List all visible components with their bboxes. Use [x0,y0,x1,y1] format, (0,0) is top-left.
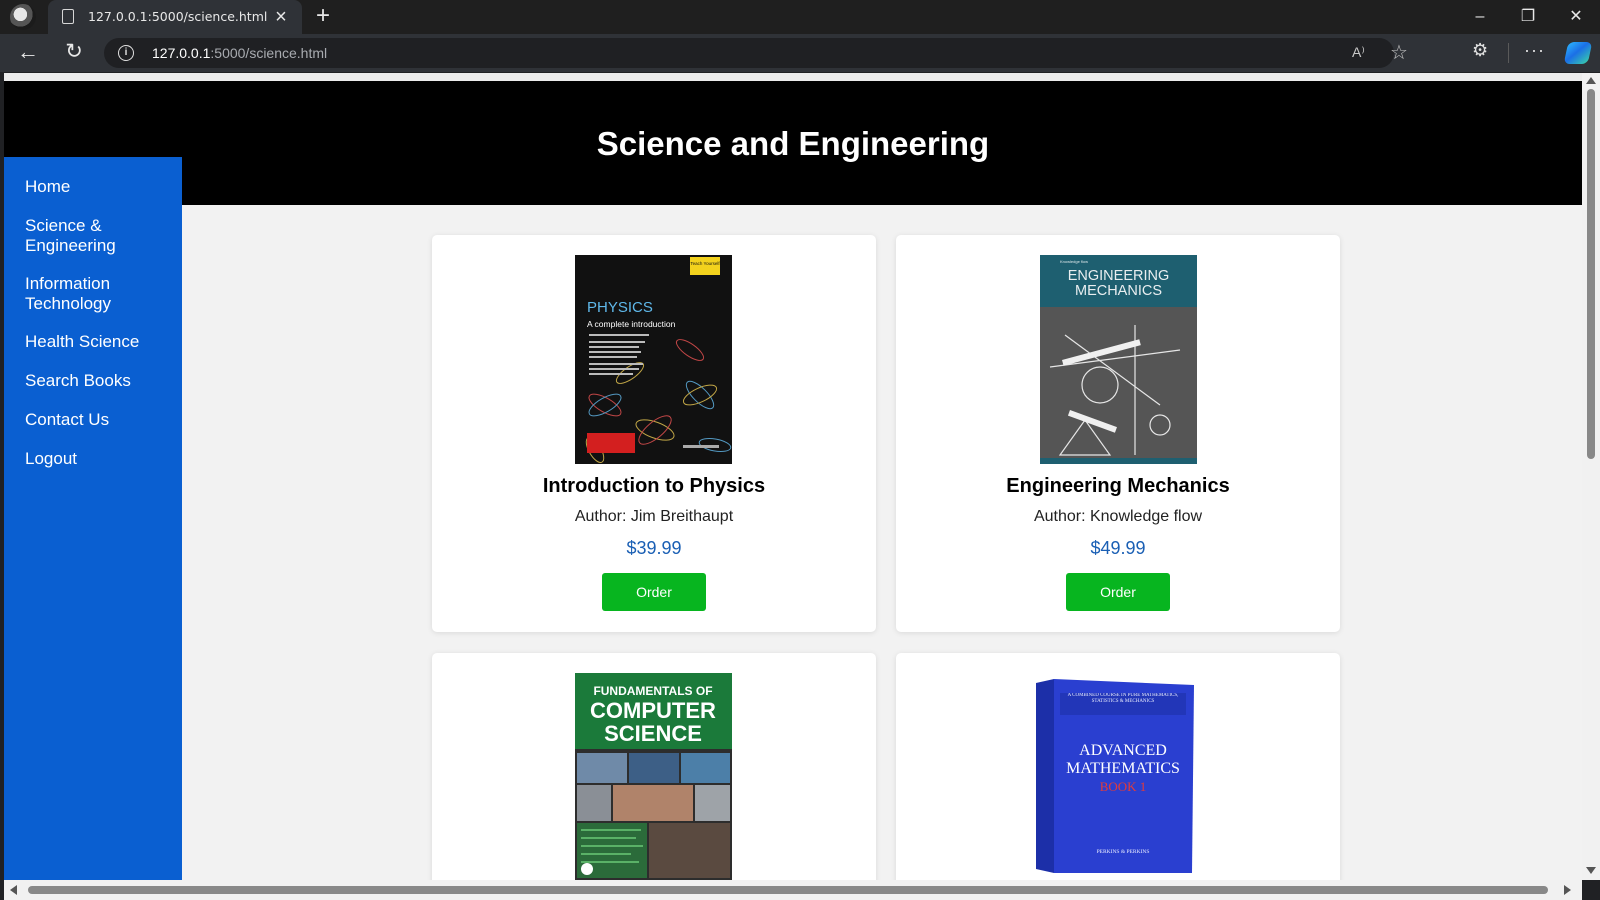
cover-subheading: A complete introduction [587,319,676,329]
cover-series: A COMBINED COURSE IN PURE MATHEMATICS, S… [1067,693,1179,704]
page-title: Science and Engineering [596,125,990,162]
vertical-scrollbar[interactable] [1582,73,1600,880]
browser-toolbar: ← ↻ i 127.0.0.1:5000/science.html A⁾ ☆ [0,34,1600,72]
order-button[interactable]: Order [1066,573,1170,611]
url-host: 127.0.0.1 [152,45,211,61]
tab-active[interactable]: 127.0.0.1:5000/science.html × [48,0,302,34]
cover-line-2: COMPUTER [590,698,716,723]
mathematics-cover-art: A COMBINED COURSE IN PURE MATHEMATICS, S… [1028,673,1208,880]
address-bar[interactable]: i 127.0.0.1:5000/science.html A⁾ ☆ [104,38,1408,68]
back-arrow-icon[interactable]: ← [14,40,42,66]
book-card: FUNDAMENTALS OF COMPUTER SCIENCE [432,653,876,880]
sidebar-nav: Home Science & Engineering Information T… [4,157,182,880]
profile-avatar[interactable] [10,4,36,30]
book-title: Engineering Mechanics [1006,475,1230,497]
scroll-right-icon[interactable] [1564,885,1571,895]
sidebar-item-contact-us[interactable]: Contact Us [25,410,175,430]
book-cover-advanced-mathematics[interactable]: A COMBINED COURSE IN PURE MATHEMATICS, S… [1028,673,1208,880]
toolbar-divider [1508,43,1509,63]
sidebar-item-logout[interactable]: Logout [25,449,175,469]
cover-authors: PERKINS & PERKINS [1097,849,1150,855]
book-cover-engineering-mechanics[interactable]: Knowledge flow ENGINEERING MECHANICS [1040,255,1197,464]
book-author: Author: Jim Breithaupt [574,508,734,525]
extensions-icon[interactable]: ⚙ [1472,40,1488,61]
minimize-icon[interactable]: – [1460,4,1500,30]
horizontal-scrollbar[interactable] [4,880,1582,900]
computer-science-cover-art: FUNDAMENTALS OF COMPUTER SCIENCE [575,673,732,880]
cover-line-1: FUNDAMENTALS OF [593,684,712,698]
cover-line-1: ADVANCED [1079,742,1167,759]
new-tab-icon[interactable]: + [310,4,336,30]
book-cover-physics[interactable]: Teach Yourself PHYSICS A complete introd… [575,255,732,464]
book-cover-computer-science[interactable]: FUNDAMENTALS OF COMPUTER SCIENCE [575,673,732,880]
more-menu-icon[interactable]: ··· [1524,40,1545,61]
close-icon[interactable]: × [270,6,292,28]
scroll-up-icon[interactable] [1586,77,1596,84]
scroll-left-icon[interactable] [10,885,17,895]
scroll-down-icon[interactable] [1586,867,1596,874]
order-button[interactable]: Order [602,573,706,611]
book-grid: Teach Yourself PHYSICS A complete introd… [182,205,1582,880]
cover-heading: PHYSICS [587,299,653,316]
url-text[interactable]: 127.0.0.1:5000/science.html [152,45,327,61]
cover-badge: Teach Yourself [690,261,720,266]
book-author: Author: Knowledge flow [1033,508,1203,525]
horizontal-scroll-thumb[interactable] [28,886,1548,894]
cover-line-3: BOOK 1 [1100,779,1147,794]
vertical-scroll-thumb[interactable] [1587,89,1595,459]
book-card: Teach Yourself PHYSICS A complete introd… [432,235,876,632]
book-card: Knowledge flow ENGINEERING MECHANICS Eng… [896,235,1340,632]
tab-title: 127.0.0.1:5000/science.html [88,9,268,24]
read-aloud-icon[interactable]: A⁾ [1352,44,1365,61]
window-close-icon[interactable]: ✕ [1556,4,1596,30]
cover-line-3: SCIENCE [604,721,702,746]
page-viewport: Science and Engineering Home Science & E… [4,73,1582,880]
engineering-cover-art: Knowledge flow ENGINEERING MECHANICS [1040,255,1197,464]
book-price: $39.99 [626,538,682,558]
info-icon[interactable]: i [118,45,134,61]
book-price: $49.99 [1090,538,1146,558]
tab-bar: 127.0.0.1:5000/science.html × + – ❐ ✕ [0,0,1600,34]
cover-line-2: MATHEMATICS [1066,760,1180,777]
site-header: Science and Engineering [4,81,1582,205]
page-icon [62,9,74,24]
sidebar-item-information-technology[interactable]: Information Technology [25,274,175,314]
star-icon[interactable]: ☆ [1390,40,1408,65]
page-top-strip [4,73,1582,81]
reload-icon[interactable]: ↻ [60,40,88,66]
restore-icon[interactable]: ❐ [1508,4,1548,30]
cover-publisher: Knowledge flow [1060,259,1088,264]
sidebar-item-science-engineering[interactable]: Science & Engineering [25,216,175,256]
physics-cover-art: Teach Yourself PHYSICS A complete introd… [575,255,732,464]
book-title: Introduction to Physics [542,475,766,497]
sidebar-item-search-books[interactable]: Search Books [25,371,175,391]
book-card: A COMBINED COURSE IN PURE MATHEMATICS, S… [896,653,1340,880]
sidebar-item-home[interactable]: Home [25,177,175,197]
url-path: :5000/science.html [210,45,328,61]
cover-heading: ENGINEERING MECHANICS [1067,269,1170,299]
browser-window: 127.0.0.1:5000/science.html × + – ❐ ✕ ← … [0,0,1600,900]
sidebar-item-health-science[interactable]: Health Science [25,332,175,352]
